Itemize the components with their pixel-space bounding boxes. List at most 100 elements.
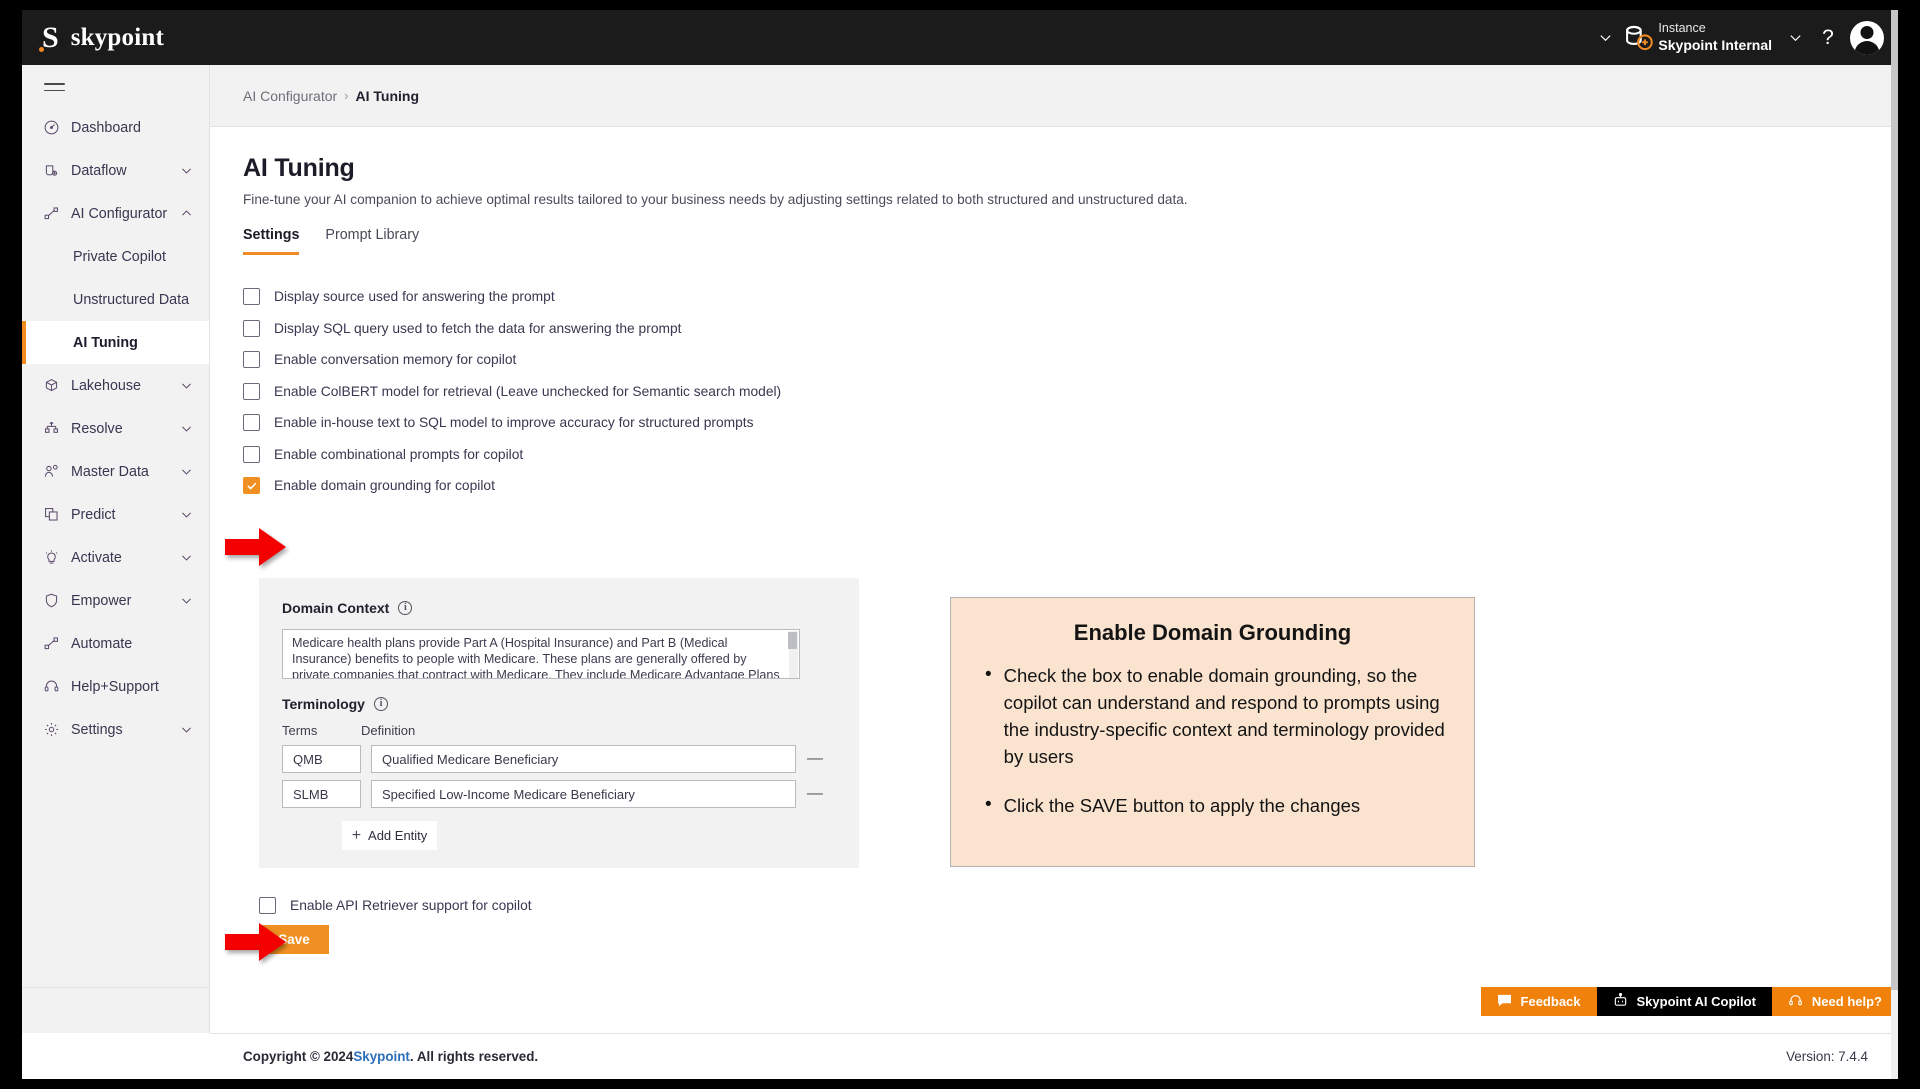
dataflow-icon (42, 162, 60, 180)
sidebar-item-label: Dataflow (71, 162, 127, 179)
sidebar-item-label: Help+Support (71, 678, 159, 695)
sidebar-item-automate[interactable]: Automate (22, 622, 209, 665)
checkbox-row-display-source[interactable]: Display source used for answering the pr… (243, 281, 1898, 313)
term-input[interactable]: SLMB (282, 780, 361, 808)
sidebar-item-dashboard[interactable]: Dashboard (22, 106, 209, 149)
chevron-up-icon[interactable] (180, 207, 193, 220)
page-scrollbar[interactable] (1891, 10, 1898, 1079)
breadcrumb-parent[interactable]: AI Configurator (243, 88, 337, 104)
top-bar: S skypoint Instance Skypoint Internal ? (22, 10, 1898, 65)
sidebar-footer-spacer (22, 987, 210, 1033)
ai-configurator-icon (42, 205, 60, 223)
plus-icon: + (351, 826, 362, 844)
breadcrumb-separator-icon: › (344, 88, 349, 103)
chevron-down-icon[interactable] (180, 465, 193, 478)
checkbox-row-inhouse-text-to-sql[interactable]: Enable in-house text to SQL model to imp… (243, 407, 1898, 439)
column-header-definition: Definition (361, 723, 416, 738)
breadcrumb: AI Configurator › AI Tuning (210, 65, 1898, 127)
checkbox-row-domain-grounding[interactable]: Enable domain grounding for copilot (243, 470, 1898, 502)
checkbox-row-colbert[interactable]: Enable ColBERT model for retrieval (Leav… (243, 376, 1898, 408)
feedback-label: Feedback (1520, 994, 1581, 1009)
chevron-down-icon[interactable] (180, 164, 193, 177)
chevron-down-icon[interactable] (180, 551, 193, 564)
robot-icon (1613, 992, 1628, 1011)
sidebar-item-resolve[interactable]: Resolve (22, 407, 209, 450)
sidebar-item-unstructured-data[interactable]: Unstructured Data (22, 278, 209, 321)
sidebar-item-ai-configurator[interactable]: AI Configurator (22, 192, 209, 235)
skypoint-ai-copilot-button[interactable]: Skypoint AI Copilot (1596, 987, 1772, 1016)
feedback-button[interactable]: Feedback (1480, 987, 1597, 1016)
sidebar-item-empower[interactable]: Empower (22, 579, 209, 622)
help-question-icon[interactable]: ? (1812, 10, 1844, 65)
sidebar-item-ai-tuning[interactable]: AI Tuning (22, 321, 209, 365)
domain-context-textarea[interactable]: Medicare health plans provide Part A (Ho… (282, 629, 800, 679)
sidebar-item-lakehouse[interactable]: Lakehouse (22, 364, 209, 407)
sidebar-item-settings[interactable]: Settings (22, 708, 209, 751)
top-bar-right: Instance Skypoint Internal ? (1588, 10, 1898, 65)
checkbox-row-api-retriever[interactable]: Enable API Retriever support for copilot (259, 890, 532, 922)
instance-switch-icon[interactable] (1622, 21, 1656, 55)
instance-selector[interactable]: Instance Skypoint Internal (1656, 21, 1778, 54)
brand-mark-letter: S (42, 20, 59, 54)
instance-chevron-down-icon[interactable] (1778, 10, 1812, 65)
sidebar-item-label: Dashboard (71, 119, 141, 136)
domain-context-scrollbar[interactable] (788, 631, 798, 678)
avatar-body-icon (1854, 40, 1880, 55)
sidebar-item-dataflow[interactable]: Dataflow (22, 149, 209, 192)
checkbox-colbert[interactable] (243, 382, 260, 400)
checkbox-domain-grounding[interactable] (243, 477, 260, 495)
chevron-down-icon[interactable] (180, 379, 193, 392)
need-help-button[interactable]: Need help? (1771, 987, 1898, 1016)
checkbox-label: Display SQL query used to fetch the data… (274, 320, 682, 336)
hamburger-menu-icon[interactable] (22, 65, 209, 106)
checkbox-row-combinational-prompts[interactable]: Enable combinational prompts for copilot (243, 439, 1898, 471)
info-icon[interactable]: i (398, 601, 413, 615)
checkbox-row-display-sql[interactable]: Display SQL query used to fetch the data… (243, 313, 1898, 345)
checkbox-display-sql[interactable] (243, 319, 260, 337)
definition-input[interactable]: Qualified Medicare Beneficiary (371, 745, 796, 773)
instance-value: Skypoint Internal (1658, 36, 1772, 53)
chevron-down-icon[interactable] (180, 594, 193, 607)
sidebar-item-private-copilot[interactable]: Private Copilot (22, 235, 209, 278)
sidebar-item-predict[interactable]: Predict (22, 493, 209, 536)
checkbox-display-source[interactable] (243, 288, 260, 306)
cube-icon (42, 377, 60, 395)
resolve-icon (42, 420, 60, 438)
sidebar-item-help-support[interactable]: Help+Support (22, 665, 209, 708)
checkbox-combinational-prompts[interactable] (243, 445, 260, 463)
brand-logo[interactable]: S skypoint (22, 20, 164, 54)
checkbox-api-retriever[interactable] (259, 897, 276, 915)
add-entity-label: Add Entity (368, 828, 428, 843)
remove-row-icon[interactable]: — (806, 785, 824, 803)
tab-prompt-library[interactable]: Prompt Library (325, 227, 419, 255)
api-retriever-row[interactable]: Enable API Retriever support for copilot (259, 890, 532, 922)
brand-name: skypoint (70, 23, 164, 51)
checkbox-inhouse-text-to-sql[interactable] (243, 414, 260, 432)
annotation-arrow-checkbox-icon (225, 528, 286, 566)
tab-settings[interactable]: Settings (243, 227, 300, 255)
sidebar: Dashboard Dataflow AI Configurator Priva… (22, 65, 210, 1033)
apps-chevron-down-icon[interactable] (1588, 10, 1622, 65)
bullet-icon: • (985, 664, 992, 685)
page-scrollbar-thumb[interactable] (1891, 10, 1898, 990)
remove-row-icon[interactable]: — (806, 750, 824, 768)
avatar-head-icon (1860, 25, 1874, 39)
avatar[interactable] (1850, 20, 1884, 55)
chevron-down-icon[interactable] (180, 422, 193, 435)
footer-copyright-link[interactable]: Skypoint (353, 1049, 410, 1064)
checkbox-conversation-memory[interactable] (243, 351, 260, 369)
person-node-icon (42, 463, 60, 481)
chevron-down-icon[interactable] (180, 508, 193, 521)
add-entity-button[interactable]: + Add Entity (342, 821, 437, 850)
sidebar-item-activate[interactable]: Activate (22, 536, 209, 579)
chevron-down-icon[interactable] (180, 723, 193, 736)
info-icon[interactable]: i (373, 697, 388, 711)
domain-context-heading: Domain Context (282, 600, 390, 616)
checkbox-row-conversation-memory[interactable]: Enable conversation memory for copilot (243, 344, 1898, 376)
checkbox-label: Enable conversation memory for copilot (274, 352, 517, 368)
headset-icon (42, 678, 60, 696)
domain-context-scrollbar-thumb[interactable] (788, 632, 797, 649)
definition-input[interactable]: Specified Low-Income Medicare Beneficiar… (371, 780, 796, 808)
term-input[interactable]: QMB (282, 745, 361, 773)
sidebar-item-master-data[interactable]: Master Data (22, 450, 209, 493)
